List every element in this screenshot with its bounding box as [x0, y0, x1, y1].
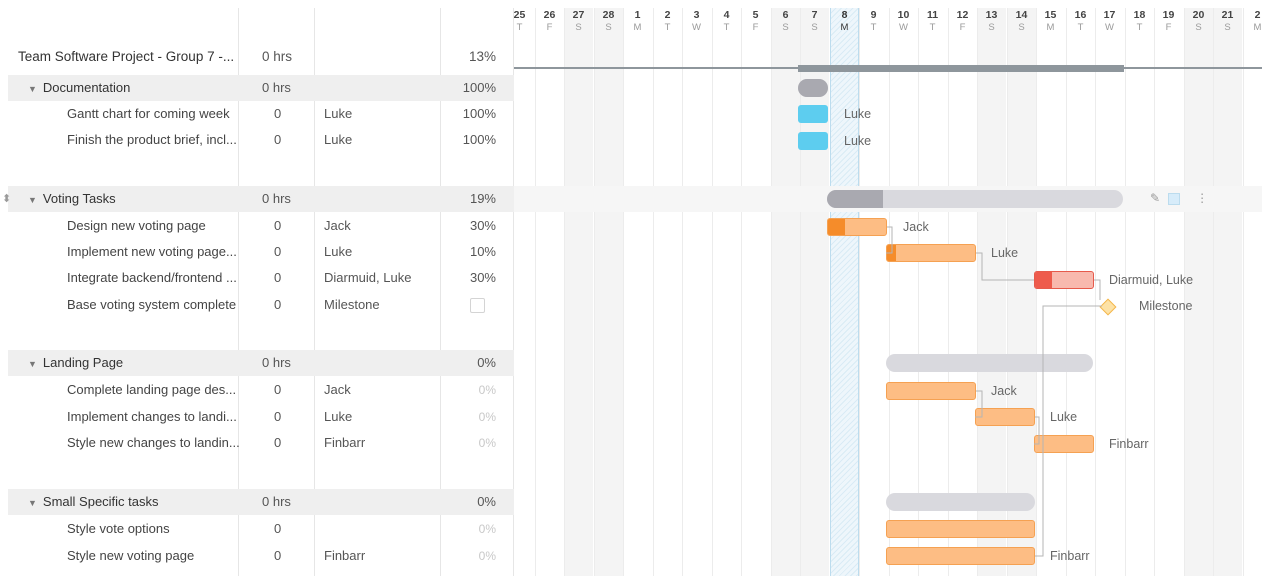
caret-down-icon[interactable]: ▼: [28, 498, 37, 508]
task-row[interactable]: Style new changes to landin... 0 Finbarr…: [8, 430, 514, 456]
task-percent[interactable]: 10%: [448, 239, 496, 265]
task-assignee[interactable]: Luke: [324, 239, 444, 265]
task-hours: 0: [274, 270, 282, 285]
task-hours: 0: [274, 409, 282, 424]
group-label: Documentation: [42, 80, 131, 95]
task-percent[interactable]: 0%: [448, 430, 496, 456]
task-name[interactable]: Gantt chart for coming week: [67, 101, 243, 127]
task-percent[interactable]: 0%: [448, 543, 496, 569]
group-row-documentation[interactable]: ▼ Documentation 0 hrs 100%: [8, 75, 514, 101]
task-row[interactable]: Implement changes to landi... 0 Luke 0%: [8, 404, 514, 430]
task-assignee[interactable]: Finbarr: [324, 430, 444, 456]
task-hours: 0: [274, 435, 282, 450]
task-hours: 0: [274, 106, 282, 121]
group-hours: 0 hrs: [262, 494, 291, 509]
task-percent[interactable]: 0%: [448, 404, 496, 430]
dependency-line: [886, 226, 893, 254]
group-hours: 0 hrs: [262, 80, 291, 95]
task-hours: 0: [274, 548, 282, 563]
dependency-line: [1094, 279, 1101, 300]
task-assignee[interactable]: Luke: [324, 404, 444, 430]
task-assignee[interactable]: Finbarr: [324, 543, 444, 569]
task-hours: 0: [274, 218, 282, 233]
task-hours: 0: [274, 244, 282, 259]
group-row-voting-tasks[interactable]: ⬍ ▼ Voting Tasks 0 hrs 19%: [2, 186, 514, 212]
task-percent[interactable]: 30%: [448, 265, 496, 291]
task-row[interactable]: Complete landing page des... 0 Jack 0%: [8, 377, 514, 403]
task-name[interactable]: Implement new voting page...: [67, 239, 243, 265]
task-percent[interactable]: 0%: [448, 377, 496, 403]
task-name[interactable]: Design new voting page: [67, 213, 243, 239]
task-row[interactable]: Style new voting page 0 Finbarr 0%: [8, 543, 514, 569]
dependency-lines: [886, 226, 1102, 557]
task-assignee[interactable]: Milestone: [324, 292, 444, 318]
task-row[interactable]: Style vote options 0 0%: [8, 516, 514, 542]
task-assignee[interactable]: Luke: [324, 101, 444, 127]
group-row-small-specific-tasks[interactable]: ▼ Small Specific tasks 0 hrs 0%: [8, 489, 514, 515]
task-row[interactable]: Design new voting page 0 Jack 30%: [8, 213, 514, 239]
task-name[interactable]: Complete landing page des...: [67, 377, 243, 403]
dependency-line: [1035, 305, 1102, 557]
task-row[interactable]: Implement new voting page... 0 Luke 10%: [8, 239, 514, 265]
task-row[interactable]: Finish the product brief, incl... 0 Luke…: [8, 127, 514, 153]
group-label: Voting Tasks: [42, 191, 116, 206]
drag-reorder-icon[interactable]: ⬍: [2, 186, 11, 212]
task-hours: 0: [274, 297, 282, 312]
task-grid: Team Software Project - Group 7 -... 0 h…: [0, 0, 514, 576]
gantt-timeline[interactable]: 25 T 26 F 27 S 28 S 1 M 2 T 3 W 4 T 5 F 6 S 7 S 8 M 9 T 10 W 11 T 12 F 1…: [514, 0, 1262, 576]
group-name[interactable]: ▼ Voting Tasks: [28, 186, 253, 212]
task-name[interactable]: Style vote options: [67, 516, 243, 542]
group-percent: 0%: [477, 355, 496, 370]
task-assignee[interactable]: Diarmuid, Luke: [324, 265, 444, 291]
caret-down-icon[interactable]: ▼: [28, 359, 37, 369]
task-hours: 0: [274, 132, 282, 147]
project-percent: 13%: [468, 49, 496, 64]
group-percent: 100%: [462, 80, 496, 95]
milestone-complete-checkbox[interactable]: [470, 298, 485, 313]
group-label: Landing Page: [42, 355, 124, 370]
task-hours: 0: [274, 382, 282, 397]
task-assignee[interactable]: Jack: [324, 377, 444, 403]
task-row[interactable]: Gantt chart for coming week 0 Luke 100%: [8, 101, 514, 127]
task-assignee[interactable]: [324, 516, 444, 542]
caret-down-icon[interactable]: ▼: [28, 195, 37, 205]
task-name[interactable]: Style new changes to landin...: [67, 430, 243, 456]
task-percent[interactable]: 30%: [448, 213, 496, 239]
project-row[interactable]: Team Software Project - Group 7 -... 0 h…: [8, 44, 514, 70]
task-name[interactable]: Style new voting page: [67, 543, 243, 569]
task-row-milestone[interactable]: Base voting system complete 0 Milestone: [8, 292, 514, 318]
group-label: Small Specific tasks: [42, 494, 159, 509]
group-hours: 0 hrs: [262, 355, 291, 370]
dependency-line: [1034, 416, 1040, 445]
project-name[interactable]: Team Software Project - Group 7 -...: [18, 44, 243, 70]
task-row[interactable]: Integrate backend/frontend ... 0 Diarmui…: [8, 265, 514, 291]
dependency-line: [976, 252, 1034, 281]
group-percent: 0%: [477, 494, 496, 509]
project-hours: 0 hrs: [262, 49, 293, 64]
group-hours: 0 hrs: [262, 191, 291, 206]
task-name[interactable]: Integrate backend/frontend ...: [67, 265, 243, 291]
group-percent: 19%: [469, 191, 496, 206]
task-assignee[interactable]: Luke: [324, 127, 444, 153]
task-name[interactable]: Base voting system complete: [67, 292, 243, 318]
task-hours: 0: [274, 521, 282, 536]
dependency-line: [975, 390, 983, 418]
task-percent[interactable]: 100%: [448, 101, 496, 127]
task-percent[interactable]: 0%: [448, 516, 496, 542]
group-row-landing-page[interactable]: ▼ Landing Page 0 hrs 0%: [8, 350, 514, 376]
task-name[interactable]: Finish the product brief, incl...: [67, 127, 243, 153]
group-name[interactable]: ▼ Small Specific tasks: [28, 489, 253, 515]
caret-down-icon[interactable]: ▼: [28, 84, 37, 94]
task-percent[interactable]: 100%: [448, 127, 496, 153]
group-name[interactable]: ▼ Landing Page: [28, 350, 253, 376]
task-assignee[interactable]: Jack: [324, 213, 444, 239]
group-name[interactable]: ▼ Documentation: [28, 75, 253, 101]
task-name[interactable]: Implement changes to landi...: [67, 404, 243, 430]
